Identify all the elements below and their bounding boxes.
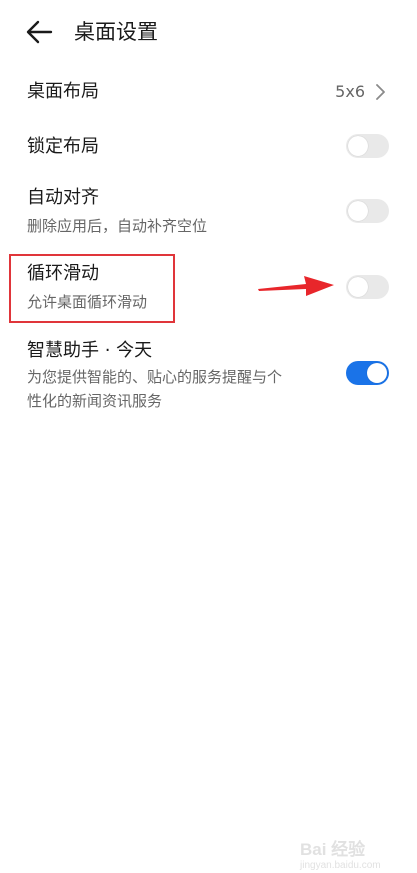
lock-layout-toggle[interactable] [346,134,389,158]
setting-row-auto-align: 自动对齐 删除应用后，自动补齐空位 [0,174,417,246]
loop-scroll-toggle[interactable] [346,275,389,299]
red-arrow-icon [258,276,334,296]
setting-title: 自动对齐 [27,187,99,208]
setting-row-desktop-layout[interactable]: 桌面布局 5x6 [0,64,417,120]
smart-assistant-toggle[interactable] [346,361,389,385]
toggle-knob [348,201,368,221]
highlight-box [9,254,175,323]
toggle-knob [367,363,387,383]
top-bar: 桌面设置 [0,0,417,64]
chevron-right-icon [376,84,385,100]
toggle-knob [348,136,368,156]
setting-subtitle-line2: 性化的新闻资讯服务 [27,392,163,410]
watermark-sub: jingyan.baidu.com [300,860,381,871]
watermark-main: Bai 经验 [300,840,366,859]
setting-row-lock-layout: 锁定布局 [0,120,417,174]
auto-align-toggle[interactable] [346,199,389,223]
setting-subtitle-line1: 为您提供智能的、贴心的服务提醒与个 [27,368,283,386]
back-button[interactable] [22,16,58,48]
layout-value: 5x6 [335,82,365,101]
setting-title: 锁定布局 [27,136,99,157]
arrow-left-icon [26,20,53,44]
toggle-knob [348,277,368,297]
page-title: 桌面设置 [74,20,158,44]
baidu-watermark: Bai 经验 jingyan.baidu.com [298,840,404,872]
setting-title: 桌面布局 [27,81,99,102]
setting-row-smart-assistant: 智慧助手 · 今天 为您提供智能的、贴心的服务提醒与个 性化的新闻资讯服务 [0,332,417,422]
setting-title: 智慧助手 · 今天 [27,340,153,361]
setting-subtitle: 删除应用后，自动补齐空位 [27,217,208,235]
